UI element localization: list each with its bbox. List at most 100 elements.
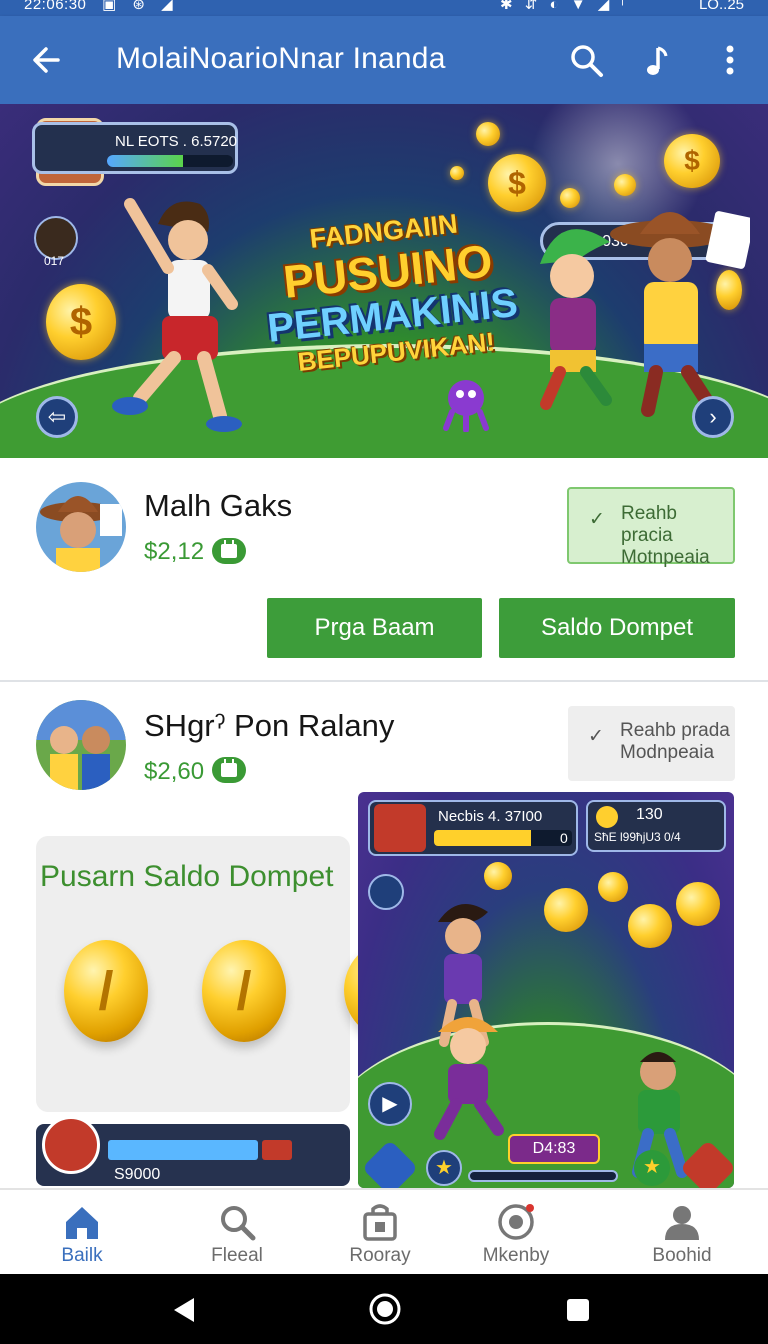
coin-icon (596, 806, 618, 828)
coin-icon (484, 862, 512, 890)
player-level-hud: NL EOTS . 6.5720 (32, 122, 238, 174)
game-screenshot[interactable]: Necbis 4. 37I00 0 130 SħE l99ħjU3 0/4 ▶ … (358, 792, 734, 1188)
coin-icon: $ (664, 134, 720, 188)
profile-icon (662, 1202, 702, 1242)
coin-icon (476, 122, 500, 146)
nav-item-mkenby[interactable]: Mkenby (446, 1190, 586, 1276)
battery-indicator: LO..25 (698, 0, 744, 13)
game-hud-bar (434, 830, 572, 846)
status-line-2: Motnpeaia (621, 547, 710, 568)
game-hud-fill (434, 830, 531, 846)
next-slide-icon[interactable]: › (692, 396, 734, 438)
runner-character (434, 1017, 504, 1140)
item-name: SHgrˀ Pon Ralany (144, 708, 395, 743)
cowboy-character (610, 211, 750, 417)
game-coin-sub: SħE l99ħjU3 0/4 (594, 830, 681, 844)
nav-item-rooray[interactable]: Rooray (310, 1190, 450, 1276)
badge-count: 017 (44, 254, 65, 268)
prga-baam-button[interactable]: Prga Baam (267, 598, 482, 658)
mini-hud-bar (108, 1140, 258, 1160)
section-divider (0, 680, 768, 682)
more-vert-icon[interactable] (712, 40, 752, 80)
monster-icon (443, 380, 489, 432)
coin-icon (628, 904, 672, 948)
player-avatar-icon (374, 804, 426, 852)
saldo-dompet-button[interactable]: Saldo Dompet (499, 598, 735, 658)
shop-icon (360, 1202, 400, 1242)
check-icon: ✓ (589, 509, 605, 530)
hero-banner[interactable]: NL EOTS . 6.5720 017 S:030 $ $ $ (0, 104, 768, 458)
nav-item-bailk[interactable]: Bailk (12, 1190, 152, 1276)
system-status-icons: ✱ ⇵ ◐ ▼ ◢ ᶦ (500, 0, 628, 13)
status-bar: 22:06:30 ▣ ⊛ ◢ ✱ ⇵ ◐ ▼ ◢ ᶦ LO..25 (0, 0, 768, 16)
game-hud-label: Necbis 4. 37I00 (438, 808, 543, 825)
nav-label: Mkenby (482, 1245, 550, 1266)
wallet-icon (212, 538, 246, 564)
game-level-hud: Necbis 4. 37I00 0 (368, 800, 578, 856)
coin-icon (560, 188, 580, 208)
page-title: MolaiNoarioNnar Inanda (116, 42, 446, 75)
status-checkbox[interactable]: ✓ Reahb pracia Motnpeaia (567, 487, 735, 568)
hud-level-fill (107, 155, 183, 167)
music-note-icon[interactable] (638, 40, 678, 80)
status-line-1: Reahb prada (620, 720, 730, 741)
nav-label: Fleeal (211, 1245, 263, 1266)
status-label: Reahb pracia Motnpeaia (621, 503, 733, 569)
status-line-2: Modnpeaia (620, 742, 715, 763)
item-price: $2,12 (144, 538, 205, 565)
promo-headline: FADNGAIIN PUSUINO PERMAKINIS BEPUPUVIKAN… (233, 201, 547, 384)
bottom-navigation: Bailk Fleeal Rooray Mkenby Boohid (0, 1188, 768, 1274)
search-icon (217, 1202, 257, 1242)
player-avatar-icon (42, 1116, 100, 1174)
nav-label: Rooray (349, 1245, 411, 1266)
game-hud-value: 0 (560, 830, 568, 846)
coin-icon (450, 166, 464, 180)
coin-icon (598, 872, 628, 902)
arrow-left-icon[interactable] (28, 40, 68, 80)
avatar (36, 700, 126, 790)
home-icon (62, 1202, 102, 1242)
promo-title: Pusarn Saldo Dompet (40, 860, 334, 893)
status-label: Reahb prada Modnpeaia (620, 720, 730, 764)
prev-slide-icon[interactable]: ⇦ (36, 396, 78, 438)
nav-item-fleeal[interactable]: Fleeal (167, 1190, 307, 1276)
nav-label: Boohid (652, 1245, 712, 1266)
coin-icon (676, 882, 720, 926)
status-line-1: Reahb pracia (621, 503, 677, 546)
system-home-icon[interactable] (368, 1292, 402, 1326)
coin-icon (614, 174, 636, 196)
system-navigation-bar (0, 1274, 768, 1344)
star-icon[interactable]: ★ (426, 1150, 462, 1186)
star-icon[interactable]: ★ (634, 1150, 670, 1186)
timer-pill: D4:83 (508, 1134, 600, 1164)
mini-hud-value: S9000 (114, 1166, 161, 1183)
hud-level-label: NL EOTS . 6.5720 (115, 133, 238, 150)
item-name: Malh Gaks (144, 488, 293, 523)
system-recents-icon[interactable] (564, 1296, 592, 1324)
mini-game-hud: S9000 (36, 1116, 350, 1186)
nav-item-boohid[interactable]: Boohid (612, 1190, 752, 1276)
runner-character (112, 198, 242, 432)
gold-coin-icon: / (64, 940, 148, 1042)
location-pin-icon[interactable] (368, 874, 404, 910)
progress-bar (468, 1170, 618, 1182)
app-bar: MolaiNoarioNnar Inanda (0, 16, 768, 104)
check-icon: ✓ (588, 726, 604, 747)
wallet-icon (212, 757, 246, 783)
gold-coin-icon: / (202, 940, 286, 1042)
mini-hud-marker (262, 1140, 292, 1160)
promo-card[interactable]: Pusarn Saldo Dompet / / (36, 836, 350, 1112)
play-icon[interactable]: ▶ (368, 1082, 412, 1126)
avatar (36, 482, 126, 572)
nav-label: Bailk (61, 1245, 103, 1266)
search-icon[interactable] (566, 40, 606, 80)
status-time: 22:06:30 (24, 0, 87, 13)
game-coin-hud: 130 SħE l99ħjU3 0/4 (586, 800, 726, 852)
system-back-icon[interactable] (170, 1296, 198, 1324)
item-price: $2,60 (144, 758, 205, 785)
status-checkbox[interactable]: ✓ Reahb prada Modnpeaia (568, 706, 735, 781)
settings-badge-icon (496, 1202, 536, 1242)
hud-level-bar (107, 155, 233, 167)
notification-icons: ▣ ⊛ ◢ (102, 0, 179, 13)
game-coin-count: 130 (636, 806, 663, 823)
